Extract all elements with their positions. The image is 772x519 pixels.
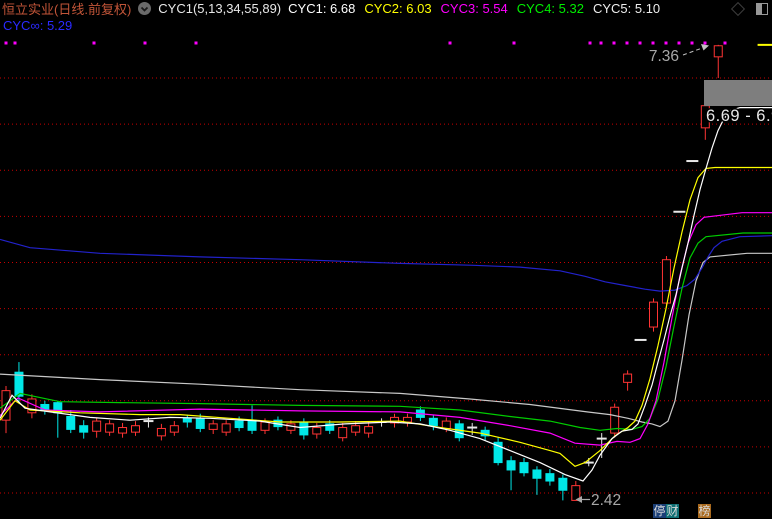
news-marker-dot [613, 42, 616, 45]
news-marker-dot [5, 42, 8, 45]
candle-day-26[interactable] [339, 423, 347, 441]
candle-day-9[interactable] [119, 423, 127, 438]
candle-day-39[interactable] [507, 456, 515, 490]
diamond-icon[interactable] [731, 1, 745, 15]
indicator-value-1: CYC1: 6.68 [288, 1, 355, 16]
badge-char: 财 [666, 504, 679, 518]
candle-day-36[interactable] [467, 423, 477, 435]
candle-day-31[interactable] [403, 414, 411, 427]
candle-day-43[interactable] [559, 475, 567, 501]
indicator-value-3: CYC3: 5.54 [441, 1, 508, 16]
candle-day-16[interactable] [209, 420, 217, 434]
high-arrow [683, 47, 705, 55]
candle-day-8[interactable] [106, 420, 114, 436]
high-price-label: 7.36 [649, 48, 679, 65]
candle-day-4[interactable] [54, 401, 62, 438]
news-marker-dot [195, 42, 198, 45]
indicator-name[interactable]: CYC1(5,13,34,55,89) [158, 1, 281, 16]
candle-day-44[interactable] [572, 481, 580, 500]
price-range-tooltip-box [704, 80, 772, 106]
candle-day-2[interactable] [28, 394, 36, 418]
candle-day-5[interactable] [67, 410, 75, 433]
indicator-value-2: CYC2: 6.03 [364, 1, 431, 16]
ma-line-CYC3 [0, 213, 772, 445]
candle-day-3[interactable] [41, 401, 49, 415]
news-marker-dot [724, 42, 727, 45]
candle-day-41[interactable] [533, 466, 541, 495]
news-marker-dot [652, 42, 655, 45]
price-range-label: 6.69 - 6.9 [706, 107, 772, 125]
candle-day-14[interactable] [183, 415, 191, 428]
ting-cai-badge[interactable]: 停财 [653, 504, 679, 518]
news-marker-dot [626, 42, 629, 45]
candle-day-40[interactable] [520, 458, 528, 476]
ma-lines-layer [0, 108, 772, 481]
news-marker-dot [449, 42, 452, 45]
news-marker-dot [639, 42, 642, 45]
indicator-header-bar: 恒立实业(日线.前复权) CYC1(5,13,34,55,89) CYC1: 6… [2, 0, 770, 17]
bang-badge[interactable]: 榜 [698, 504, 711, 518]
indicator-values: CYC1: 6.68 CYC2: 6.03 CYC3: 5.54 CYC4: 5.32… [288, 1, 660, 16]
news-marker-dot [691, 42, 694, 45]
candle-day-51[interactable] [662, 256, 670, 308]
candle-day-24[interactable] [313, 423, 321, 439]
news-marker-dot [144, 42, 147, 45]
badge-char: 停 [653, 504, 666, 518]
overlay-indicator-value: CYC∞: 5.29 [3, 18, 72, 33]
candle-day-10[interactable] [132, 421, 140, 436]
candle-day-6[interactable] [80, 420, 88, 438]
candle-day-42[interactable] [546, 469, 554, 486]
news-marker-dot [513, 42, 516, 45]
high-arrow-head [701, 44, 709, 51]
stock-title[interactable]: 恒立实业(日线.前复权) [2, 0, 131, 18]
news-marker-dot [665, 42, 668, 45]
indicator-value-4: CYC4: 5.32 [517, 1, 584, 16]
ma-line-CYC∞ [0, 236, 772, 291]
candle-day-50[interactable] [650, 298, 658, 331]
news-dots-layer [5, 42, 727, 45]
gridlines-layer [0, 78, 772, 493]
candle-day-55[interactable] [714, 45, 722, 78]
indicator-value-5: CYC5: 5.10 [593, 1, 660, 16]
candle-day-17[interactable] [222, 420, 230, 436]
news-marker-dot [704, 42, 707, 45]
price-chart[interactable]: 7.36 2.42 6.69 - 6.9 [0, 0, 772, 519]
footer-badges: 停财 榜 [653, 504, 730, 518]
candle-day-13[interactable] [170, 421, 178, 436]
low-price-label: 2.42 [591, 492, 621, 509]
panel-layout-icon[interactable] [756, 3, 768, 15]
news-marker-dot [93, 42, 96, 45]
candle-day-12[interactable] [157, 424, 165, 441]
chevron-down-icon[interactable] [138, 2, 151, 15]
candle-day-48[interactable] [624, 370, 632, 390]
badge-char: 榜 [698, 504, 711, 518]
candle-day-38[interactable] [494, 438, 502, 466]
candle-day-7[interactable] [93, 417, 101, 437]
news-marker-dot [14, 42, 17, 45]
news-marker-dot [589, 42, 592, 45]
candle-day-47[interactable] [611, 404, 619, 438]
candle-day-28[interactable] [365, 422, 373, 438]
news-marker-dot [600, 42, 603, 45]
news-marker-dot [678, 42, 681, 45]
candles-layer [2, 45, 772, 501]
